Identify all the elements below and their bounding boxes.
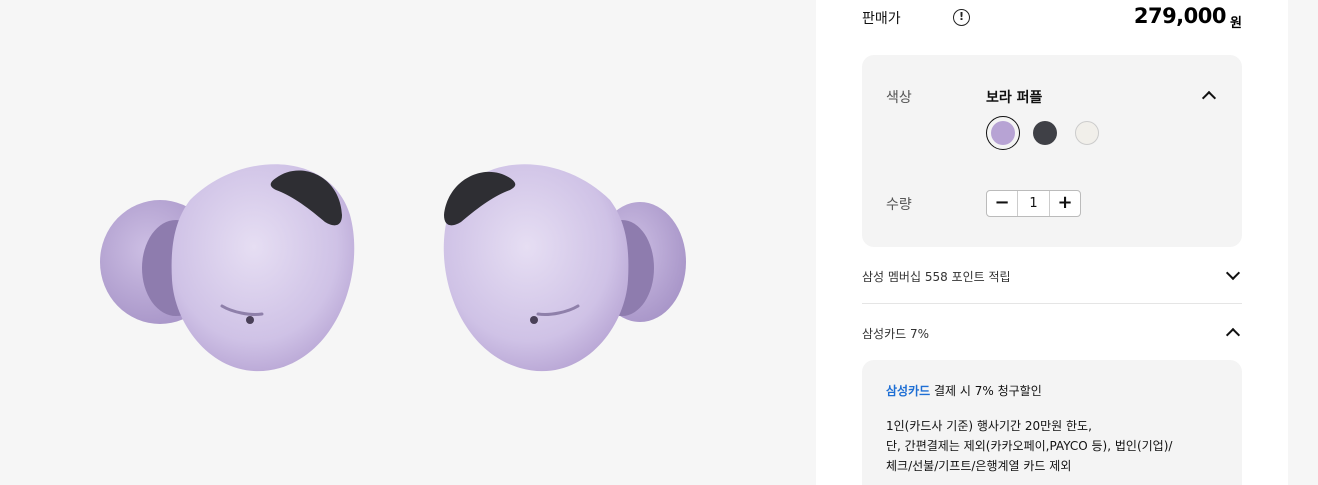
chevron-up-icon[interactable] — [1201, 90, 1217, 106]
quantity-minus-button[interactable]: − — [987, 191, 1018, 216]
quantity-plus-button[interactable]: + — [1049, 191, 1080, 216]
price-label: 판매가 — [862, 11, 901, 27]
color-label: 색상 — [886, 90, 912, 106]
color-swatch-purple[interactable] — [991, 121, 1015, 145]
card-condition-line: 체크/선불/기프트/은행계열 카드 제외 — [886, 459, 1072, 473]
quantity-value[interactable]: 1 — [1018, 191, 1049, 216]
card-discount-details: 삼성카드 결제 시 7% 청구할인 1인(카드사 기준) 행사기간 20만원 한… — [862, 360, 1242, 485]
card-discount-title: 삼성카드 결제 시 7% 청구할인 — [886, 382, 1042, 399]
card-discount-header: 삼성카드 7% — [862, 327, 930, 341]
membership-row[interactable]: 삼성 멤버십 558 포인트 적립 — [862, 260, 1242, 290]
info-icon[interactable]: ! — [953, 9, 970, 26]
price-value: 279,000 — [1133, 4, 1227, 28]
chevron-up-icon[interactable] — [1225, 327, 1241, 343]
right-earbud — [443, 164, 686, 372]
quantity-stepper: − 1 + — [986, 190, 1081, 217]
color-swatch-white[interactable] — [1075, 121, 1099, 145]
product-image-gallery — [0, 0, 816, 485]
purchase-panel: 판매가 ! 279,000 원 색상 보라 퍼플 수량 − 1 + 삼성 멤버십… — [816, 0, 1288, 485]
card-condition-line: 단, 간편결제는 제외(카카오페이,PAYCO 등), 법인(기업)/ — [886, 439, 1173, 453]
card-discount-row[interactable]: 삼성카드 7% — [862, 318, 1242, 348]
price-unit: 원 — [1230, 16, 1242, 31]
price-row: 판매가 ! 279,000 원 — [862, 4, 1242, 34]
left-earbud — [100, 164, 355, 372]
card-discount-title-text: 결제 시 7% 청구할인 — [930, 384, 1042, 398]
quantity-label: 수량 — [886, 197, 912, 213]
options-box: 색상 보라 퍼플 수량 − 1 + — [862, 55, 1242, 247]
right-gutter — [1288, 0, 1318, 485]
divider — [862, 303, 1242, 304]
earbuds-image — [100, 164, 686, 372]
selected-color-name: 보라 퍼플 — [986, 90, 1043, 106]
chevron-down-icon[interactable] — [1225, 265, 1241, 281]
card-condition-line: 1인(카드사 기준) 행사기간 20만원 한도, — [886, 419, 1092, 433]
color-swatch-graphite[interactable] — [1033, 121, 1057, 145]
card-brand: 삼성카드 — [886, 384, 931, 398]
membership-text: 삼성 멤버십 558 포인트 적립 — [862, 270, 1011, 284]
